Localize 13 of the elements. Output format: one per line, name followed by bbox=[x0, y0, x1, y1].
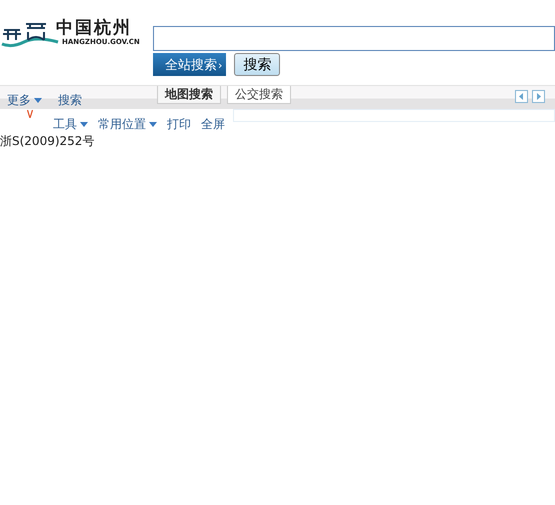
search-button[interactable]: 搜索 bbox=[234, 53, 280, 76]
tab[interactable]: 公交搜索 bbox=[227, 86, 291, 104]
toolbar-link[interactable]: 打印 bbox=[167, 116, 191, 133]
tab[interactable]: 地图搜索 bbox=[157, 86, 221, 104]
toolbar-link[interactable]: 工具 bbox=[53, 116, 88, 133]
toolbar-link[interactable]: 常用位置 bbox=[98, 116, 157, 133]
nav-link[interactable]: 搜索 bbox=[58, 91, 82, 109]
license-number: 浙S(2009)252号 bbox=[0, 133, 94, 150]
scope-button[interactable]: 全站搜索› bbox=[153, 53, 226, 76]
logo-title: 中国杭州 bbox=[56, 18, 133, 38]
v-mark-icon bbox=[27, 110, 33, 118]
search-field[interactable] bbox=[153, 26, 555, 51]
nav-link[interactable]: 更多 bbox=[7, 91, 42, 109]
